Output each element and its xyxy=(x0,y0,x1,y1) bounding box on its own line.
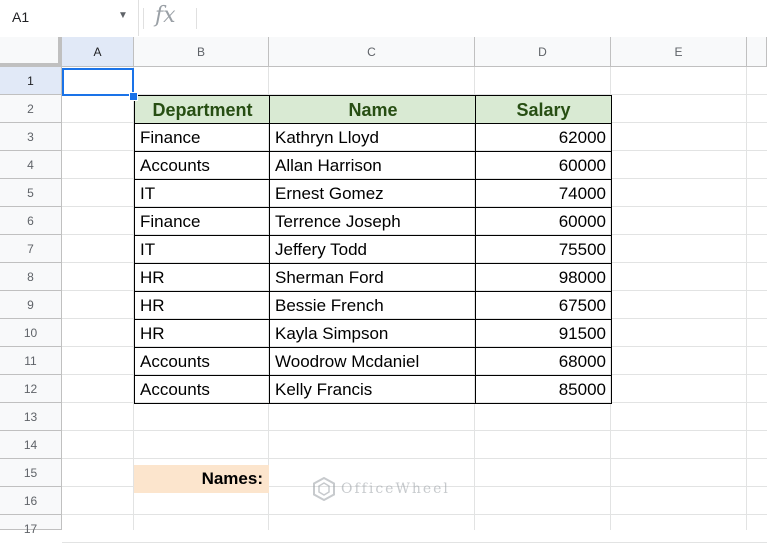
row-header-1[interactable]: 1 xyxy=(0,67,62,95)
table-cell[interactable]: 75500 xyxy=(475,235,612,264)
table-cell[interactable]: Accounts xyxy=(134,375,270,404)
table-cell[interactable]: Allan Harrison xyxy=(269,151,476,180)
table-cell[interactable]: 60000 xyxy=(475,151,612,180)
row-header-3[interactable]: 3 xyxy=(0,123,62,151)
table-header-cell[interactable]: Department xyxy=(134,95,270,124)
column-header-e[interactable]: E xyxy=(611,37,747,67)
watermark-text: OfficeWheel xyxy=(341,481,450,497)
column-header-d[interactable]: D xyxy=(475,37,611,67)
table-cell[interactable]: Woodrow Mcdaniel xyxy=(269,347,476,376)
table-cell[interactable]: HR xyxy=(134,263,270,292)
table-cell[interactable]: Terrence Joseph xyxy=(269,207,476,236)
table-cell[interactable]: Kathryn Lloyd xyxy=(269,123,476,152)
table-cell[interactable]: Ernest Gomez xyxy=(269,179,476,208)
gridline-horizontal xyxy=(62,514,767,515)
table-cell[interactable]: 67500 xyxy=(475,291,612,320)
table-header-cell[interactable]: Name xyxy=(269,95,476,124)
row-header-13[interactable]: 13 xyxy=(0,403,62,431)
table-cell[interactable]: 68000 xyxy=(475,347,612,376)
caret-down-icon[interactable]: ▼ xyxy=(118,10,128,21)
table-cell[interactable]: Accounts xyxy=(134,347,270,376)
row-header-6[interactable]: 6 xyxy=(0,207,62,235)
table-header-cell[interactable]: Salary xyxy=(475,95,612,124)
table-cell[interactable]: 98000 xyxy=(475,263,612,292)
formula-separator xyxy=(196,8,197,29)
row-header-14[interactable]: 14 xyxy=(0,431,62,459)
table-cell[interactable]: HR xyxy=(134,319,270,348)
table-cell[interactable]: 62000 xyxy=(475,123,612,152)
row-header-7[interactable]: 7 xyxy=(0,235,62,263)
table-cell[interactable]: HR xyxy=(134,291,270,320)
row-header-2[interactable]: 2 xyxy=(0,95,62,123)
names-label-cell[interactable]: Names: xyxy=(134,465,269,493)
formula-bar: A1 ▼ fx xyxy=(0,0,767,38)
table-cell[interactable]: IT xyxy=(134,235,270,264)
row-header-8[interactable]: 8 xyxy=(0,263,62,291)
name-box[interactable]: A1 ▼ xyxy=(0,0,139,36)
table-cell[interactable]: 85000 xyxy=(475,375,612,404)
table-cell[interactable]: Finance xyxy=(134,207,270,236)
active-cell-a1[interactable] xyxy=(62,68,134,96)
table-cell[interactable]: Bessie French xyxy=(269,291,476,320)
row-header-12[interactable]: 12 xyxy=(0,375,62,403)
row-header-10[interactable]: 10 xyxy=(0,319,62,347)
column-header-b[interactable]: B xyxy=(134,37,269,67)
table-cell[interactable]: Accounts xyxy=(134,151,270,180)
formula-separator xyxy=(143,8,144,29)
table-cell[interactable]: Kayla Simpson xyxy=(269,319,476,348)
row-header-11[interactable]: 11 xyxy=(0,347,62,375)
column-header-a[interactable]: A xyxy=(62,37,134,67)
table-cell[interactable]: 60000 xyxy=(475,207,612,236)
row-header-17[interactable]: 17 xyxy=(0,515,62,536)
table-cell[interactable]: Kelly Francis xyxy=(269,375,476,404)
table-cell[interactable]: Jeffery Todd xyxy=(269,235,476,264)
fx-icon: fx xyxy=(155,3,176,28)
table-cell[interactable]: 74000 xyxy=(475,179,612,208)
gridline-horizontal xyxy=(62,458,767,459)
column-header-c[interactable]: C xyxy=(269,37,475,67)
column-header-f[interactable] xyxy=(747,37,767,67)
officewheel-logo-icon xyxy=(313,477,335,501)
select-all-corner[interactable] xyxy=(0,37,62,67)
gridline-horizontal xyxy=(62,430,767,431)
table-cell[interactable]: Finance xyxy=(134,123,270,152)
gridline-vertical xyxy=(746,67,747,530)
fill-handle[interactable] xyxy=(129,92,138,101)
row-header-9[interactable]: 9 xyxy=(0,291,62,319)
row-header-16[interactable]: 16 xyxy=(0,487,62,515)
table-cell[interactable]: IT xyxy=(134,179,270,208)
name-box-value: A1 xyxy=(12,9,30,25)
table-cell[interactable]: Sherman Ford xyxy=(269,263,476,292)
table-cell[interactable]: 91500 xyxy=(475,319,612,348)
row-header-15[interactable]: 15 xyxy=(0,459,62,487)
officewheel-watermark: OfficeWheel xyxy=(313,477,450,501)
row-header-5[interactable]: 5 xyxy=(0,179,62,207)
row-header-4[interactable]: 4 xyxy=(0,151,62,179)
